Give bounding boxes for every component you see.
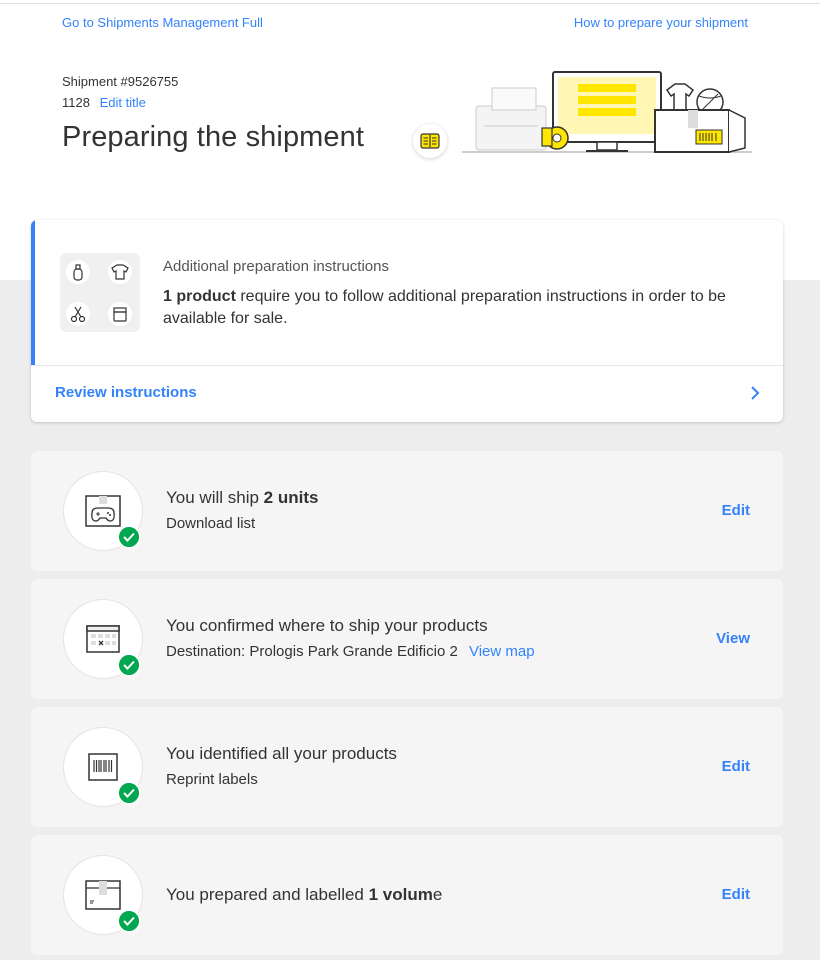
shipment-number-row: 1128 Edit title: [62, 95, 146, 110]
barcode-icon: [88, 753, 118, 781]
card-accent-bar: [31, 220, 35, 365]
calendar-icon: [86, 625, 120, 653]
check-icon: [117, 909, 141, 933]
shipment-id: Shipment #9526755: [62, 74, 179, 89]
prep-count: 1 product: [163, 288, 236, 305]
view-destination-button[interactable]: View: [716, 630, 750, 647]
tshirt-icon: [108, 260, 132, 284]
shipment-illustration: [462, 71, 752, 153]
prep-description: 1 product require you to follow addition…: [163, 286, 763, 330]
reprint-labels-link[interactable]: Reprint labels: [166, 771, 258, 788]
prep-heading: Additional preparation instructions: [163, 258, 389, 275]
shipment-number: 1128: [62, 95, 90, 110]
how-to-prepare-link[interactable]: How to prepare your shipment: [574, 15, 748, 30]
top-divider: [0, 3, 820, 4]
destination-text: Destination: Prologis Park Grande Edific…: [166, 643, 458, 660]
gamepad-box-icon: [85, 495, 121, 527]
edit-title-link[interactable]: Edit title: [100, 95, 146, 110]
step-text-suffix: e: [432, 885, 443, 904]
step-text: You will ship: [166, 488, 264, 507]
jar-icon: [108, 302, 132, 326]
shipments-management-link[interactable]: Go to Shipments Management Full: [62, 15, 263, 30]
step-text: You prepared and labelled: [166, 885, 369, 904]
chevron-right-icon[interactable]: [749, 385, 761, 401]
volume-count: 1 volum: [368, 885, 433, 904]
edit-units-button[interactable]: Edit: [722, 502, 750, 519]
step-destination: You confirmed where to ship your product…: [31, 579, 783, 699]
book-icon: [420, 133, 440, 149]
destination-row: Destination: Prologis Park Grande Edific…: [166, 643, 535, 660]
edit-identification-button[interactable]: Edit: [722, 758, 750, 775]
card-divider: [31, 365, 783, 366]
step-title: You identified all your products: [166, 744, 397, 763]
step-title: You confirmed where to ship your product…: [166, 616, 488, 635]
bottle-icon: [66, 260, 90, 284]
check-icon: [117, 653, 141, 677]
check-icon: [117, 525, 141, 549]
box-icon: [85, 880, 121, 910]
step-volumes: You prepared and labelled 1 volume Edit: [31, 835, 783, 955]
check-icon: [117, 781, 141, 805]
edit-volumes-button[interactable]: Edit: [722, 886, 750, 903]
preparation-instructions-card: Additional preparation instructions 1 pr…: [31, 220, 783, 422]
guide-button[interactable]: [413, 124, 447, 158]
prep-text: require you to follow additional prepara…: [163, 288, 726, 327]
step-units: You will ship 2 units Download list Edit: [31, 451, 783, 571]
units-count: 2 units: [263, 488, 319, 507]
review-instructions-link[interactable]: Review instructions: [55, 384, 197, 401]
download-list-link[interactable]: Download list: [166, 515, 255, 532]
preparation-icons: [60, 253, 140, 332]
scissors-icon: [66, 302, 90, 326]
step-title: You prepared and labelled 1 volume: [166, 885, 442, 905]
page-title: Preparing the shipment: [62, 121, 365, 153]
step-title: You will ship 2 units: [166, 488, 318, 508]
step-identification: You identified all your products Reprint…: [31, 707, 783, 827]
view-map-link[interactable]: View map: [469, 643, 535, 660]
